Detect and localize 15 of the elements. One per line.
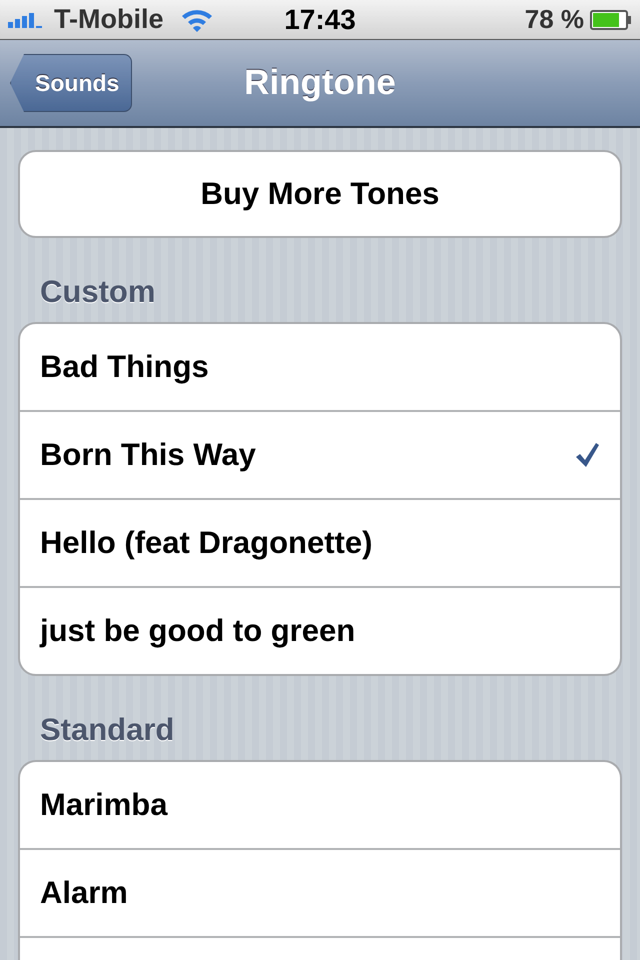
back-button[interactable]: Sounds [10,54,132,112]
battery-icon [590,10,632,30]
section-header: Custom [40,274,156,310]
ringtone-row[interactable]: Hello (feat Dragonette) [20,498,620,586]
nav-title: Ringtone [244,63,396,102]
ringtone-row[interactable]: Alarm [20,848,620,936]
ringtone-row[interactable]: Marimba [20,762,620,848]
ringtone-row[interactable]: Born This Way [20,410,620,498]
buy-more-tones-button[interactable]: Buy More Tones [18,150,622,238]
clock-time: 17:43 [284,4,356,36]
ringtone-row[interactable]: Bad Things [20,324,620,410]
section-header: Standard [40,712,176,748]
battery-percent: 78 % [524,4,584,35]
carrier-name: T-Mobile [54,4,164,35]
ringtone-row[interactable]: just be good to green [20,586,620,674]
